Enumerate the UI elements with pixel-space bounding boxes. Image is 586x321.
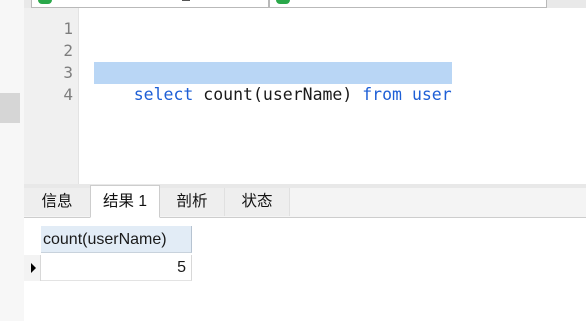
tab-result-1[interactable]: 结果 1 [90,185,160,218]
code-line-2[interactable]: select * from user [94,39,313,81]
row-indicator[interactable] [24,255,41,281]
grid-corner [24,226,40,252]
tab-info[interactable]: 信息 [24,188,91,216]
code-line-3-selected[interactable]: select count(userName) from user [94,62,452,104]
keyword-select: select [133,85,194,104]
query-icon [276,0,290,4]
result-grid: count(userName) 5 [24,218,586,321]
current-row-arrow-icon [31,263,36,273]
tab-status[interactable]: 状态 [225,188,290,216]
panel-collapse-handle[interactable] [0,93,20,123]
line-number: 4 [63,85,73,104]
query-tab-2[interactable] [269,0,547,8]
query-icon [38,0,52,4]
left-panel-strip [0,0,24,321]
tab-title-fragment [182,0,190,1]
column-header-count-username[interactable]: count(userName) [41,226,192,253]
keyword-from: from [362,85,402,104]
line-number-gutter: 1 2 3 4 [24,8,79,184]
tab-profile[interactable]: 剖析 [160,188,225,216]
query-tab-strip [24,0,586,8]
sql-editor[interactable]: select * from user select count(userName… [79,8,586,184]
result-tab-bar: 信息 结果 1 剖析 状态 [24,185,586,218]
line-number: 3 [63,63,73,82]
line-number: 2 [63,41,73,60]
table-cell[interactable]: 5 [41,255,192,281]
line-number: 1 [63,19,73,38]
code-token: count(userName) [193,85,363,104]
keyword-user: user [411,85,452,104]
query-tab-1[interactable] [31,0,269,8]
